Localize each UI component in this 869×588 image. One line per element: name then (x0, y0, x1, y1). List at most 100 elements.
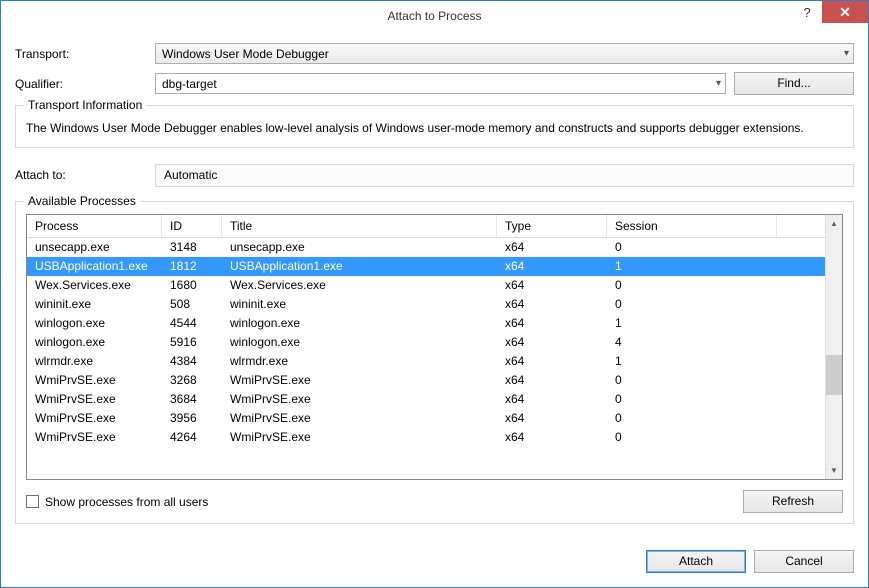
table-row[interactable]: winlogon.exe4544winlogon.exex641 (27, 314, 825, 333)
scroll-up-icon[interactable]: ▲ (826, 215, 842, 232)
qualifier-combo[interactable]: dbg-target ▾ (155, 73, 726, 94)
scroll-thumb[interactable] (826, 355, 842, 395)
transport-combo[interactable]: Windows User Mode Debugger ▾ (155, 43, 854, 64)
transport-info-legend: Transport Information (24, 98, 146, 112)
cell-id: 5916 (162, 335, 222, 349)
list-footer: Show processes from all users Refresh (26, 490, 843, 513)
col-id[interactable]: ID (162, 215, 222, 237)
cell-session: 0 (607, 411, 777, 425)
cell-process: wininit.exe (27, 297, 162, 311)
cell-title: unsecapp.exe (222, 240, 497, 254)
vertical-scrollbar[interactable]: ▲ ▼ (825, 215, 842, 479)
cell-session: 1 (607, 259, 777, 273)
cell-process: USBApplication1.exe (27, 259, 162, 273)
cell-id: 3268 (162, 373, 222, 387)
cell-type: x64 (497, 278, 607, 292)
cell-title: WmiPrvSE.exe (222, 373, 497, 387)
find-button[interactable]: Find... (734, 72, 854, 95)
cell-process: winlogon.exe (27, 335, 162, 349)
refresh-button[interactable]: Refresh (743, 490, 843, 513)
cell-title: Wex.Services.exe (222, 278, 497, 292)
table-row[interactable]: WmiPrvSE.exe4264WmiPrvSE.exex640 (27, 428, 825, 447)
window-title: Attach to Process (1, 9, 868, 23)
cell-process: winlogon.exe (27, 316, 162, 330)
cell-type: x64 (497, 335, 607, 349)
cell-title: WmiPrvSE.exe (222, 430, 497, 444)
cell-id: 508 (162, 297, 222, 311)
cell-type: x64 (497, 316, 607, 330)
transport-value: Windows User Mode Debugger (162, 47, 329, 61)
table-row[interactable]: unsecapp.exe3148unsecapp.exex640 (27, 238, 825, 257)
table-row[interactable]: WmiPrvSE.exe3956WmiPrvSE.exex640 (27, 409, 825, 428)
cell-id: 3956 (162, 411, 222, 425)
cell-id: 1812 (162, 259, 222, 273)
col-type[interactable]: Type (497, 215, 607, 237)
available-processes-legend: Available Processes (24, 194, 140, 208)
list-header: Process ID Title Type Session (27, 215, 825, 238)
cell-type: x64 (497, 354, 607, 368)
cell-id: 1680 (162, 278, 222, 292)
cell-session: 0 (607, 278, 777, 292)
table-row[interactable]: USBApplication1.exe1812USBApplication1.e… (27, 257, 825, 276)
help-button[interactable]: ? (792, 1, 822, 23)
available-processes-group: Available Processes Process ID Title Typ… (15, 201, 854, 524)
cell-type: x64 (497, 259, 607, 273)
qualifier-label: Qualifier: (15, 77, 155, 91)
cell-title: winlogon.exe (222, 335, 497, 349)
titlebar: Attach to Process ? ✕ (1, 1, 868, 31)
qualifier-value: dbg-target (162, 77, 217, 91)
close-button[interactable]: ✕ (822, 1, 868, 23)
cell-session: 1 (607, 316, 777, 330)
col-process[interactable]: Process (27, 215, 162, 237)
transport-label: Transport: (15, 47, 155, 61)
cell-type: x64 (497, 411, 607, 425)
cell-id: 3148 (162, 240, 222, 254)
cell-id: 4384 (162, 354, 222, 368)
cell-process: wlrmdr.exe (27, 354, 162, 368)
list-body: unsecapp.exe3148unsecapp.exex640USBAppli… (27, 238, 825, 479)
table-row[interactable]: Wex.Services.exe1680Wex.Services.exex640 (27, 276, 825, 295)
cell-type: x64 (497, 373, 607, 387)
transport-row: Transport: Windows User Mode Debugger ▾ (15, 43, 854, 64)
cell-id: 4264 (162, 430, 222, 444)
attach-button[interactable]: Attach (646, 550, 746, 573)
cell-type: x64 (497, 392, 607, 406)
table-row[interactable]: WmiPrvSE.exe3684WmiPrvSE.exex640 (27, 390, 825, 409)
cell-process: WmiPrvSE.exe (27, 392, 162, 406)
col-title[interactable]: Title (222, 215, 497, 237)
checkbox-box (26, 495, 39, 508)
cancel-button[interactable]: Cancel (754, 550, 854, 573)
cell-process: WmiPrvSE.exe (27, 430, 162, 444)
cell-process: WmiPrvSE.exe (27, 411, 162, 425)
cell-type: x64 (497, 297, 607, 311)
show-all-users-label: Show processes from all users (45, 495, 208, 509)
table-row[interactable]: wlrmdr.exe4384wlrmdr.exex641 (27, 352, 825, 371)
dialog-footer: Attach Cancel (1, 550, 868, 587)
cell-type: x64 (497, 240, 607, 254)
table-row[interactable]: WmiPrvSE.exe3268WmiPrvSE.exex640 (27, 371, 825, 390)
table-row[interactable]: winlogon.exe5916winlogon.exex644 (27, 333, 825, 352)
cell-title: WmiPrvSE.exe (222, 392, 497, 406)
cell-title: wlrmdr.exe (222, 354, 497, 368)
show-all-users-checkbox[interactable]: Show processes from all users (26, 495, 208, 509)
dialog-window: Attach to Process ? ✕ Transport: Windows… (0, 0, 869, 588)
qualifier-row: Qualifier: dbg-target ▾ Find... (15, 72, 854, 95)
attach-to-row: Attach to: Automatic (15, 164, 854, 187)
col-session[interactable]: Session (607, 215, 777, 237)
cell-title: WmiPrvSE.exe (222, 411, 497, 425)
cell-session: 1 (607, 354, 777, 368)
scroll-down-icon[interactable]: ▼ (826, 462, 842, 479)
cell-session: 0 (607, 297, 777, 311)
cell-title: wininit.exe (222, 297, 497, 311)
transport-info-text: The Windows User Mode Debugger enables l… (26, 120, 843, 137)
titlebar-controls: ? ✕ (792, 1, 868, 31)
cell-session: 0 (607, 392, 777, 406)
cell-id: 3684 (162, 392, 222, 406)
chevron-down-icon: ▾ (716, 78, 721, 89)
process-list[interactable]: Process ID Title Type Session unsecapp.e… (26, 214, 843, 480)
cell-session: 4 (607, 335, 777, 349)
cell-title: winlogon.exe (222, 316, 497, 330)
cell-session: 0 (607, 373, 777, 387)
table-row[interactable]: wininit.exe508wininit.exex640 (27, 295, 825, 314)
cell-process: unsecapp.exe (27, 240, 162, 254)
